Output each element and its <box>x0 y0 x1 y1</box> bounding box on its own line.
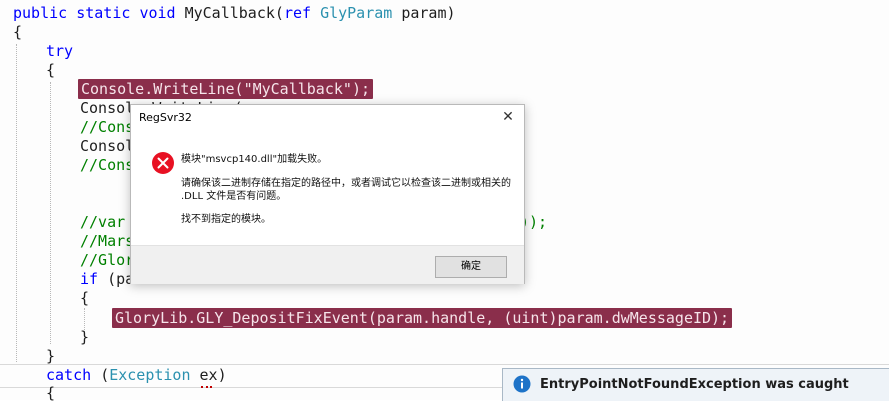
exception-helper[interactable]: EntryPointNotFoundException was caught <box>502 368 889 401</box>
code-line-18: catch (Exception ex) <box>46 366 227 384</box>
regsvr32-dialog: RegSvr32 ✕ 模块"msvcp140.dll"加载失败。 请确保该二进制… <box>130 104 525 284</box>
indent-guide <box>50 82 52 344</box>
code-line-16: } <box>80 328 90 346</box>
error-squiggle <box>201 382 212 388</box>
dialog-footer: 确定 <box>131 245 524 284</box>
error-message-reason: 找不到指定的模块。 <box>181 214 271 225</box>
indent-guide <box>16 44 18 362</box>
dialog-body: 模块"msvcp140.dll"加载失败。 请确保该二进制存储在指定的路径中，或… <box>131 133 524 243</box>
close-button[interactable]: ✕ <box>498 107 518 127</box>
code-line-15: GloryLib.GLY_DepositFixEvent(param.handl… <box>112 307 733 329</box>
error-message-detail-1: 请确保该二进制存储在指定的路径中，或者调试它以检查该二进制或相关的 <box>181 178 511 189</box>
code-line-14: { <box>80 289 90 307</box>
breakpoint-highlight: Console.WriteLine("MyCallback"); <box>78 79 373 99</box>
exception-title: EntryPointNotFoundException was caught <box>540 377 849 392</box>
error-icon <box>152 152 174 174</box>
error-message-title: 模块"msvcp140.dll"加载失败。 <box>181 154 328 165</box>
current-statement-highlight: GloryLib.GLY_DepositFixEvent(param.handl… <box>112 308 733 328</box>
info-icon <box>513 375 531 393</box>
code-line-4: { <box>46 61 56 79</box>
code-line-19: { <box>46 384 56 402</box>
error-message-detail-2: .DLL 文件是否有问题。 <box>181 191 287 202</box>
code-line-2: { <box>13 23 23 41</box>
ok-button[interactable]: 确定 <box>435 256 507 278</box>
code-line-1: public static void MyCallback(ref GlyPar… <box>13 4 456 22</box>
dialog-title: RegSvr32 <box>139 111 192 124</box>
